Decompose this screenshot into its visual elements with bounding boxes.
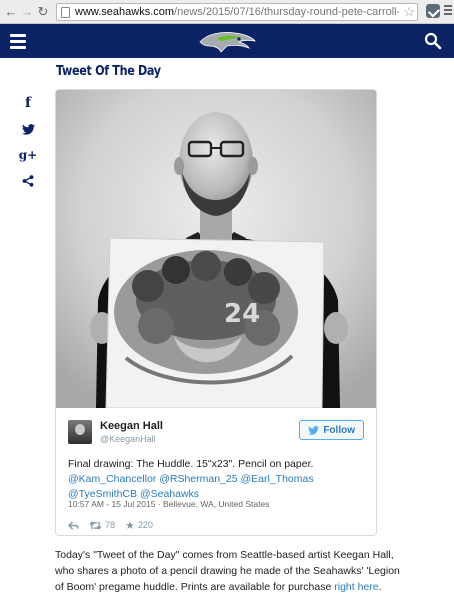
google-plus-icon[interactable]: g+ [16, 142, 40, 168]
extension-icon[interactable] [426, 4, 440, 18]
avatar[interactable] [68, 420, 92, 444]
purchase-link[interactable]: right here [334, 581, 378, 593]
browser-toolbar: ← → ↻ www.seahawks.com/news/2015/07/16/t… [0, 0, 454, 24]
browser-menu-icon[interactable] [444, 5, 452, 17]
reply-action[interactable] [68, 520, 79, 530]
tweet-author-handle[interactable]: @KeeganHall [100, 434, 156, 444]
forward-arrow-icon[interactable]: → [20, 4, 34, 20]
tweet-photo[interactable]: 24 [56, 90, 376, 408]
follow-label: Follow [323, 424, 355, 436]
tweet-actions: 78 ★ 220 [68, 518, 163, 532]
share-rail: f g+ [16, 90, 40, 194]
hamburger-icon[interactable] [10, 34, 26, 52]
embedded-tweet: 24 Keegan Hall @KeeganHall Follow Final … [55, 89, 377, 536]
tweet-timestamp[interactable]: 10:57 AM - 15 Jul 2015 [68, 499, 155, 509]
mention-link[interactable]: @Earl_Thomas [241, 473, 314, 485]
url-host: www.seahawks.com [75, 6, 175, 18]
retweet-icon [89, 520, 102, 530]
mention-link[interactable]: @Kam_Chancellor [68, 473, 156, 485]
tweet-header: Keegan Hall @KeeganHall Follow [68, 420, 364, 448]
retweet-action[interactable]: 78 [89, 520, 115, 530]
favorite-action[interactable]: ★ 220 [125, 519, 153, 532]
favorite-count: 220 [137, 520, 153, 530]
tweet-meta: 10:57 AM - 15 Jul 2015 · Bellevue, WA, U… [68, 499, 269, 509]
body-text-end: . [378, 581, 382, 593]
page-icon [61, 7, 70, 18]
tweet-location[interactable]: · Bellevue, WA, United States [158, 499, 270, 509]
facebook-icon[interactable]: f [16, 90, 40, 116]
star-icon: ★ [125, 519, 135, 532]
seahawk-logo[interactable] [197, 28, 257, 54]
twitter-bird-icon [308, 425, 320, 435]
tweet-author-name[interactable]: Keegan Hall [100, 420, 163, 432]
svg-text:24: 24 [224, 299, 260, 329]
tweet-text-plain: Final drawing: The Huddle. 15"x23". Penc… [68, 458, 314, 470]
back-arrow-icon[interactable]: ← [4, 4, 18, 20]
share-icon[interactable] [16, 168, 40, 194]
follow-button[interactable]: Follow [299, 420, 364, 440]
article-body: Today's "Tweet of the Day" comes from Se… [55, 547, 405, 595]
retweet-count: 78 [105, 520, 116, 530]
reply-icon [68, 520, 79, 530]
url-text[interactable]: www.seahawks.com/news/2015/07/16/thursda… [75, 6, 399, 19]
twitter-icon[interactable] [16, 116, 40, 142]
mention-link[interactable]: @RSherman_25 [159, 473, 237, 485]
site-header [0, 24, 454, 58]
address-bar[interactable]: www.seahawks.com/news/2015/07/16/thursda… [56, 3, 418, 21]
search-icon[interactable] [424, 32, 442, 50]
reload-icon[interactable]: ↻ [36, 4, 50, 20]
tweet-text: Final drawing: The Huddle. 15"x23". Penc… [68, 457, 368, 502]
url-path: /news/2015/07/16/thursday-round-pete-car… [174, 6, 399, 18]
bookmark-star-icon[interactable]: ☆ [403, 4, 415, 20]
section-title: Tweet Of The Day [56, 64, 161, 79]
